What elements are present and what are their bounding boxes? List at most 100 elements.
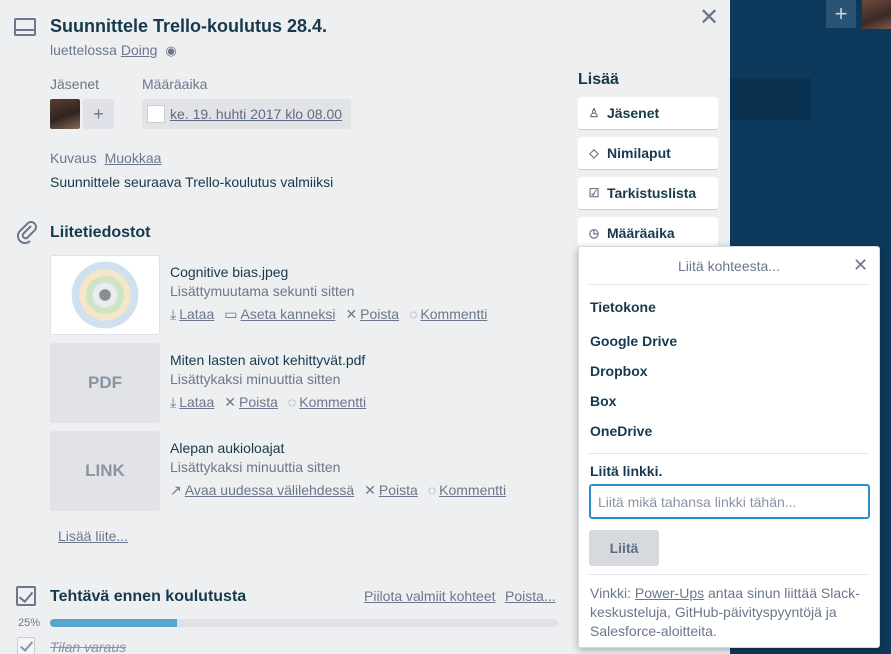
member-avatar[interactable] <box>50 99 80 129</box>
checklist-item-text[interactable]: Tilan varaus <box>50 639 126 654</box>
comment-link[interactable]: ◌ Kommentti <box>409 306 487 323</box>
download-label[interactable]: Lataa <box>179 394 214 411</box>
open-new-tab-label[interactable]: Avaa uudessa välilehdessä <box>185 482 354 499</box>
delete-icon: ✕ <box>364 482 376 498</box>
close-icon[interactable]: ✕ <box>699 6 719 30</box>
card-icon <box>14 18 36 36</box>
description-label: Kuvaus <box>50 150 97 166</box>
attachment-name[interactable]: Cognitive bias.jpeg <box>170 264 288 280</box>
members-button[interactable]: ♙ Jäsenet <box>578 97 718 129</box>
due-date-button[interactable]: ke. 19. huhti 2017 klo 08.00 <box>142 99 351 129</box>
attach-link-label: Liitä linkki. <box>590 463 663 479</box>
tip-prefix: Vinkki: <box>590 585 635 601</box>
members-button-label: Jäsenet <box>607 105 660 121</box>
set-cover-link[interactable]: ▭ Aseta kanneksi <box>224 306 335 323</box>
due-complete-checkbox[interactable] <box>147 105 165 123</box>
delete-label[interactable]: Poista <box>379 482 418 499</box>
checklist-icon <box>16 586 36 606</box>
attachment-actions: ⤓ Lataa ✕ Poista ◌ Kommentti <box>170 394 366 411</box>
open-new-tab-link[interactable]: ↗ Avaa uudessa välilehdessä <box>170 482 354 499</box>
comment-link[interactable]: ◌ Kommentti <box>288 394 366 411</box>
option-box[interactable]: Box <box>590 393 616 409</box>
due-date-button-label: Määräaika <box>607 225 675 241</box>
eye-icon: ◉ <box>165 43 177 58</box>
add-attachment-link[interactable]: Lisää liite... <box>58 528 128 544</box>
attachment-actions: ⤓ Lataa ▭ Aseta kanneksi ✕ Poista ◌ Kommentt… <box>170 306 487 323</box>
labels-button[interactable]: ◇ Nimilaput <box>578 137 718 169</box>
delete-link[interactable]: ✕ Poista <box>224 394 278 411</box>
checklist-item-checkbox[interactable] <box>17 637 35 654</box>
labels-button-label: Nimilaput <box>607 145 671 161</box>
checklist-button[interactable]: ☑ Tarkistuslista <box>578 177 718 209</box>
attachments-title: Liitetiedostot <box>50 224 151 241</box>
option-onedrive[interactable]: OneDrive <box>590 423 652 439</box>
attachment-thumbnail[interactable]: PDF <box>50 343 160 423</box>
power-ups-link[interactable]: Power-Ups <box>635 585 704 601</box>
download-icon: ⤓ <box>170 306 177 322</box>
option-computer[interactable]: Tietokone <box>590 299 656 315</box>
delete-icon: ✕ <box>345 306 358 322</box>
description-header: Kuvaus Muokkaa <box>50 150 161 166</box>
divider <box>589 453 869 454</box>
divider <box>589 284 869 285</box>
power-ups-tip: Vinkki: Power-Ups antaa sinun liittää Sl… <box>590 584 872 641</box>
delete-label[interactable]: Poista <box>360 306 399 323</box>
hide-done-items-link[interactable]: Piilota valmiit kohteet <box>364 588 496 604</box>
due-date-text[interactable]: ke. 19. huhti 2017 klo 08.00 <box>170 106 342 122</box>
attachment-name[interactable]: Alepan aukioloajat <box>170 440 284 456</box>
comment-link[interactable]: ◌ Kommentti <box>428 482 506 499</box>
image-preview <box>66 256 144 334</box>
board-add-button[interactable]: + <box>826 0 856 28</box>
set-cover-label[interactable]: Aseta kanneksi <box>240 306 335 323</box>
due-date-sidebar-button[interactable]: ◷ Määräaika <box>578 217 718 249</box>
divider <box>589 574 869 575</box>
description-edit-link[interactable]: Muokkaa <box>105 150 162 166</box>
attachment-name[interactable]: Miten lasten aivot kehittyvät.pdf <box>170 352 365 368</box>
delete-link[interactable]: ✕ Poista <box>345 306 399 323</box>
download-icon: ⤓ <box>170 394 177 410</box>
close-icon[interactable]: ✕ <box>853 256 868 274</box>
option-google-drive[interactable]: Google Drive <box>590 333 677 349</box>
attachment-time: Lisättymuutama sekunti sitten <box>170 283 355 299</box>
list-prefix: luettelossa <box>50 42 117 58</box>
checklist-progress-percent: 25% <box>18 617 41 629</box>
person-icon: ♙ <box>588 106 600 120</box>
clock-icon: ◷ <box>588 226 600 240</box>
comment-label[interactable]: Kommentti <box>299 394 366 411</box>
due-label: Määräaika <box>142 76 208 92</box>
comment-label[interactable]: Kommentti <box>420 306 487 323</box>
members-label: Jäsenet <box>50 76 100 92</box>
delete-label[interactable]: Poista <box>239 394 278 411</box>
download-link[interactable]: ⤓ Lataa <box>170 306 214 323</box>
attachment-thumbnail[interactable] <box>50 255 160 335</box>
attach-link-input[interactable] <box>589 484 870 519</box>
list-link[interactable]: Doing <box>121 42 158 58</box>
comment-label[interactable]: Kommentti <box>439 482 506 499</box>
comment-icon: ◌ <box>427 482 437 498</box>
delete-link[interactable]: ✕ Poista <box>364 482 418 499</box>
checklist-button-label: Tarkistuslista <box>607 185 697 201</box>
add-member-button[interactable]: + <box>83 99 114 129</box>
popover-title: Liitä kohteesta... <box>678 258 780 274</box>
description-text[interactable]: Suunnittele seuraava Trello-koulutus val… <box>50 174 333 190</box>
checkbox-icon: ☑ <box>588 186 600 200</box>
download-label[interactable]: Lataa <box>179 306 214 323</box>
external-link-icon: ↗ <box>170 482 182 498</box>
comment-icon: ◌ <box>409 306 418 322</box>
card-title[interactable]: Suunnittele Trello-koulutus 28.4. <box>50 16 327 37</box>
delete-icon: ✕ <box>224 394 236 410</box>
list-info: luettelossa Doing ◉ <box>50 42 177 59</box>
board-list-header <box>730 78 811 120</box>
attach-button[interactable]: Liitä <box>589 530 659 566</box>
attachment-time: Lisättykaksi minuuttia sitten <box>170 459 341 475</box>
attachment-thumbnail[interactable]: LINK <box>50 431 160 511</box>
download-link[interactable]: ⤓ Lataa <box>170 394 214 411</box>
option-dropbox[interactable]: Dropbox <box>590 363 648 379</box>
attachment-actions: ↗ Avaa uudessa välilehdessä ✕ Poista ◌ Komm… <box>170 482 506 499</box>
board-user-avatar[interactable] <box>862 0 891 29</box>
cover-icon: ▭ <box>224 306 238 322</box>
comment-icon: ◌ <box>287 394 297 410</box>
checklist-title[interactable]: Tehtävä ennen koulutusta <box>50 588 246 606</box>
delete-checklist-link[interactable]: Poista... <box>505 588 556 604</box>
sidebar-heading: Lisää <box>578 71 619 88</box>
